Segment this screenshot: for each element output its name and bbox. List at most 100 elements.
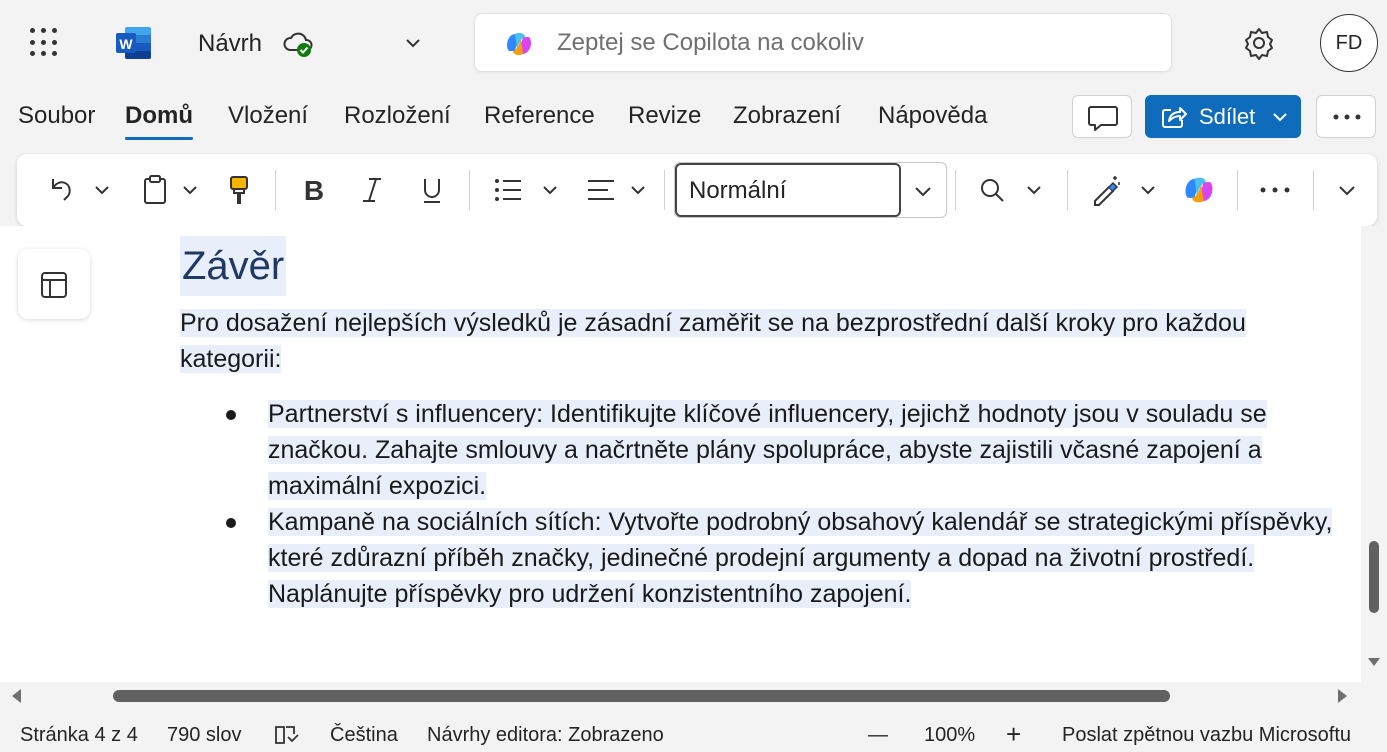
word-logo-icon[interactable]: W xyxy=(116,26,152,60)
app-launcher-icon[interactable] xyxy=(30,28,60,58)
editor-dropdown[interactable] xyxy=(1137,154,1159,226)
navigation-pane-button[interactable] xyxy=(18,249,90,319)
copilot-icon xyxy=(1185,177,1213,203)
feedback-link[interactable]: Poslat zpětnou vazbu Microsoftu xyxy=(1062,724,1351,747)
undo-button[interactable] xyxy=(43,154,77,226)
expand-ribbon-button[interactable] xyxy=(1335,154,1359,226)
avatar[interactable]: FD xyxy=(1320,14,1378,72)
bullet-icon xyxy=(226,410,236,420)
tab-reference[interactable]: Reference xyxy=(484,96,595,136)
zoom-level[interactable]: 100% xyxy=(924,724,975,747)
copilot-search-input[interactable] xyxy=(557,26,1137,60)
chevron-down-icon xyxy=(543,186,557,195)
align-dropdown[interactable] xyxy=(627,154,649,226)
underline-button[interactable] xyxy=(417,154,447,226)
list-item-text: Partnerství s influencery: Identifikujte… xyxy=(268,400,1267,500)
bullet-icon xyxy=(226,518,236,528)
search-icon xyxy=(981,179,1004,202)
find-dropdown[interactable] xyxy=(1023,154,1045,226)
paste-button[interactable] xyxy=(139,154,171,226)
document-heading[interactable]: Závěr xyxy=(180,236,287,296)
gear-icon[interactable] xyxy=(1242,26,1276,60)
underline-icon xyxy=(424,179,440,203)
editor-icon xyxy=(1094,176,1120,206)
tab-revize[interactable]: Revize xyxy=(628,96,701,136)
undo-icon xyxy=(52,179,71,201)
bullet-list: Partnerství s influencery: Identifikujte… xyxy=(224,396,1334,612)
list-item[interactable]: Partnerství s influencery: Identifikujte… xyxy=(224,396,1334,504)
copilot-button[interactable] xyxy=(1181,154,1217,226)
ribbon-toolbar: B Normální xyxy=(17,154,1377,226)
share-button[interactable]: Sdílet xyxy=(1145,95,1301,138)
more-icon xyxy=(1260,187,1290,193)
align-icon xyxy=(588,180,614,200)
tab-rozlozeni[interactable]: Rozložení xyxy=(344,96,451,136)
align-button[interactable] xyxy=(585,154,619,226)
editor-suggestions[interactable]: Návrhy editora: Zobrazeno xyxy=(427,724,664,747)
tab-vlozeni[interactable]: Vložení xyxy=(228,96,308,136)
format-painter-icon xyxy=(230,176,248,204)
vertical-scrollbar[interactable] xyxy=(1361,226,1387,682)
title-bar: W Návrh FD xyxy=(0,0,1387,88)
find-button[interactable] xyxy=(977,154,1007,226)
zoom-out-button[interactable]: — xyxy=(868,724,888,747)
italic-button[interactable] xyxy=(357,154,387,226)
document-title[interactable]: Návrh xyxy=(198,30,262,58)
paragraph-text: Pro dosažení nejlepších výsledků je zása… xyxy=(180,309,1246,373)
chevron-down-icon xyxy=(1273,113,1287,122)
language-indicator[interactable]: Čeština xyxy=(330,724,398,747)
more-toolbar-button[interactable] xyxy=(1257,154,1293,226)
bold-icon: B xyxy=(304,175,324,206)
page-indicator[interactable]: Stránka 4 z 4 xyxy=(20,724,138,747)
bullets-button[interactable] xyxy=(491,154,525,226)
clipboard-icon xyxy=(144,175,166,204)
copilot-search-box[interactable] xyxy=(474,13,1172,72)
chevron-down-icon xyxy=(1027,186,1041,195)
chevron-down-icon xyxy=(1339,186,1355,196)
chevron-down-icon[interactable] xyxy=(402,32,424,54)
format-painter-button[interactable] xyxy=(223,154,255,226)
tab-napoveda[interactable]: Nápověda xyxy=(878,96,987,136)
word-count[interactable]: 790 slov xyxy=(167,724,242,747)
document-paragraph[interactable]: Pro dosažení nejlepších výsledků je zása… xyxy=(180,305,1320,377)
navigation-pane-icon xyxy=(41,272,67,298)
paste-dropdown[interactable] xyxy=(179,154,201,226)
chevron-down-icon xyxy=(183,186,197,195)
comments-button[interactable] xyxy=(1072,95,1132,138)
scroll-left-icon[interactable] xyxy=(12,689,21,703)
list-item-text: Kampaně na sociálních sítích: Vytvořte p… xyxy=(268,508,1333,608)
list-item[interactable]: Kampaně na sociálních sítích: Vytvořte p… xyxy=(224,504,1334,612)
chevron-down-icon xyxy=(1141,186,1155,195)
focus-mode-icon[interactable] xyxy=(274,724,300,746)
tab-domu[interactable]: Domů xyxy=(125,96,193,140)
editor-button[interactable] xyxy=(1089,154,1123,226)
cloud-saved-icon xyxy=(283,32,313,57)
chevron-down-icon[interactable] xyxy=(911,179,935,203)
more-icon xyxy=(1333,114,1361,120)
tab-zobrazeni[interactable]: Zobrazení xyxy=(733,96,841,136)
document-canvas[interactable]: Závěr Pro dosažení nejlepších výsledků j… xyxy=(0,226,1387,682)
status-bar: Stránka 4 z 4 790 slov Čeština Návrhy ed… xyxy=(0,716,1387,752)
zoom-in-button[interactable]: + xyxy=(1006,719,1021,750)
scroll-down-icon[interactable] xyxy=(1368,658,1380,666)
undo-dropdown[interactable] xyxy=(91,154,113,226)
italic-icon xyxy=(363,178,381,202)
chevron-down-icon xyxy=(631,186,645,195)
style-value: Normální xyxy=(689,177,787,204)
vertical-scroll-thumb[interactable] xyxy=(1369,541,1379,613)
bold-button[interactable]: B xyxy=(299,154,329,226)
copilot-icon xyxy=(507,33,531,55)
horizontal-scrollbar[interactable] xyxy=(0,682,1387,710)
svg-text:W: W xyxy=(119,36,133,52)
horizontal-scroll-thumb[interactable] xyxy=(113,690,1170,702)
style-value-box[interactable]: Normální xyxy=(675,163,901,217)
chevron-down-icon xyxy=(95,186,109,195)
share-label: Sdílet xyxy=(1199,104,1256,129)
bullets-dropdown[interactable] xyxy=(539,154,561,226)
more-options-button[interactable] xyxy=(1316,95,1376,138)
scroll-right-icon[interactable] xyxy=(1338,689,1347,703)
comment-icon xyxy=(1088,106,1118,131)
style-selector[interactable]: Normální xyxy=(674,162,947,218)
tab-soubor[interactable]: Soubor xyxy=(18,96,95,136)
share-icon xyxy=(1162,107,1187,128)
